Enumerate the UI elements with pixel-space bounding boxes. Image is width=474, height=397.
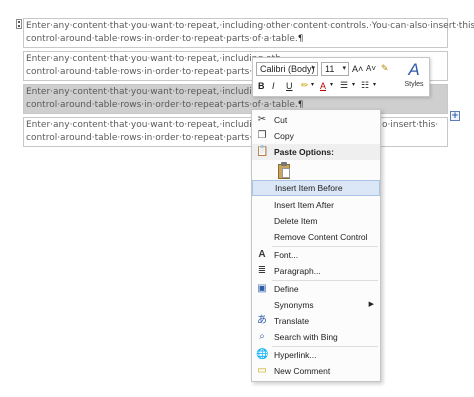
menu-item-label: Cut [274, 115, 288, 125]
chevron-down-icon[interactable]: ▾ [352, 79, 355, 91]
menu-item-insert-after[interactable]: Insert Item After [252, 197, 380, 213]
copy-icon: ❐ [257, 130, 267, 141]
row-text-line1: Enter·any·content·that·you·want·to·repea… [26, 87, 281, 97]
menu-item-translate[interactable]: あ Translate [252, 313, 380, 329]
grow-font-button[interactable]: A˄ [352, 63, 363, 75]
row-text-line1: Enter·any·content·that·you·want·to·repea… [26, 21, 474, 31]
format-painter-icon[interactable]: ✎ [381, 62, 389, 74]
context-menu: ✂ Cut ❐ Copy 📋 Paste Options: Insert Ite… [251, 109, 381, 382]
clipboard-icon: 📋 [256, 146, 269, 157]
menu-item-label: Define [274, 284, 299, 294]
menu-item-label: New Comment [274, 366, 331, 376]
chevron-down-icon[interactable]: ▾ [311, 79, 314, 91]
chevron-down-icon[interactable]: ▾ [373, 79, 376, 91]
menu-header-label: Paste Options: [274, 147, 334, 157]
highlight-color-icon[interactable]: ✏ [301, 79, 309, 91]
menu-item-label: Insert Item Before [275, 183, 343, 193]
paste-keep-text-icon[interactable] [276, 162, 292, 180]
font-name-box[interactable]: Calibri (Body) ▾ [256, 62, 318, 76]
menu-header-paste-options: 📋 Paste Options: [252, 144, 380, 160]
content-control-handle-icon[interactable] [16, 19, 22, 29]
menu-item-hyperlink[interactable]: 🌐 Hyperlink... [252, 347, 380, 363]
row-text-line1: Enter·any·content·that·you·want·to·repea… [26, 54, 281, 64]
italic-button[interactable]: I [272, 80, 275, 92]
font-size-box[interactable]: 11 ▾ [321, 62, 349, 76]
bullets-icon[interactable]: ☰ [340, 79, 348, 91]
font-color-button[interactable]: A [320, 80, 326, 92]
menu-item-label: Hyperlink... [274, 350, 317, 360]
menu-item-label: Paragraph... [274, 266, 321, 276]
chevron-down-icon[interactable]: ▾ [342, 63, 346, 75]
repeating-item-row[interactable]: Enter·any·content·that·you·want·to·repea… [23, 18, 474, 48]
menu-item-label: Translate [274, 316, 310, 326]
submenu-arrow-icon: ▶ [368, 301, 374, 308]
paragraph-mark: ¶ [297, 34, 304, 44]
menu-item-label: Copy [274, 131, 294, 141]
row-text-line2: control·around·table·rows·in·order·to·re… [26, 67, 282, 77]
menu-item-search-with-bing[interactable]: ⌕ Search with Bing [252, 329, 380, 345]
scissors-icon: ✂ [257, 114, 267, 125]
mini-toolbar: Calibri (Body) ▾ 11 ▾ A˄ A˅ ✎ B I U ✏ ▾ … [252, 57, 430, 97]
menu-item-remove-content-control[interactable]: Remove Content Control [252, 229, 380, 245]
styles-label: Styles [404, 81, 424, 88]
search-icon: ⌕ [259, 331, 265, 342]
font-name-value: Calibri (Body) [260, 64, 315, 74]
numbering-icon[interactable]: ☷ [361, 79, 369, 91]
menu-item-label: Search with Bing [274, 332, 338, 342]
menu-item-cut[interactable]: ✂ Cut [252, 112, 380, 128]
menu-item-label: Insert Item After [274, 200, 334, 210]
row-text-line2: control·around·table·rows·in·order·to·re… [26, 34, 298, 44]
menu-item-delete-item[interactable]: Delete Item [252, 213, 380, 229]
shrink-font-button[interactable]: A˅ [366, 63, 376, 75]
add-item-plus-icon[interactable]: + [450, 111, 460, 121]
styles-icon: A [408, 60, 420, 79]
menu-item-copy[interactable]: ❐ Copy [252, 128, 380, 144]
hyperlink-icon: 🌐 [256, 349, 269, 360]
repeating-item-row[interactable]: Enter·any·content·that·you·want·to·repea… [23, 117, 448, 147]
menu-item-label: Delete Item [274, 216, 318, 226]
underline-button[interactable]: U [286, 80, 293, 92]
paragraph-icon: ≣ [257, 265, 267, 276]
menu-item-font[interactable]: A Font... [252, 247, 380, 263]
menu-item-label: Font... [274, 250, 299, 260]
menu-item-synonyms[interactable]: Synonyms ▶ [252, 297, 380, 313]
translate-icon: あ [257, 315, 267, 326]
menu-item-label: Remove Content Control [274, 232, 368, 242]
font-icon: A [258, 249, 266, 260]
row-text-line1: Enter·any·content·that·you·want·to·repea… [26, 120, 281, 130]
chevron-down-icon[interactable]: ▾ [311, 63, 315, 75]
comment-icon: ▭ [257, 365, 267, 376]
menu-item-new-comment[interactable]: ▭ New Comment [252, 363, 380, 379]
row-text-line1-tail: o·insert·this· [382, 120, 439, 130]
dictionary-icon: ▣ [257, 283, 267, 294]
chevron-down-icon[interactable]: ▾ [330, 79, 333, 91]
font-size-value: 11 [325, 64, 335, 74]
menu-item-paragraph[interactable]: ≣ Paragraph... [252, 263, 380, 279]
menu-item-define[interactable]: ▣ Define [252, 281, 380, 297]
bold-button[interactable]: B [258, 80, 265, 92]
styles-button[interactable]: A Styles [401, 60, 427, 94]
menu-item-insert-before[interactable]: Insert Item Before [252, 180, 380, 196]
menu-item-label: Synonyms [274, 300, 314, 310]
